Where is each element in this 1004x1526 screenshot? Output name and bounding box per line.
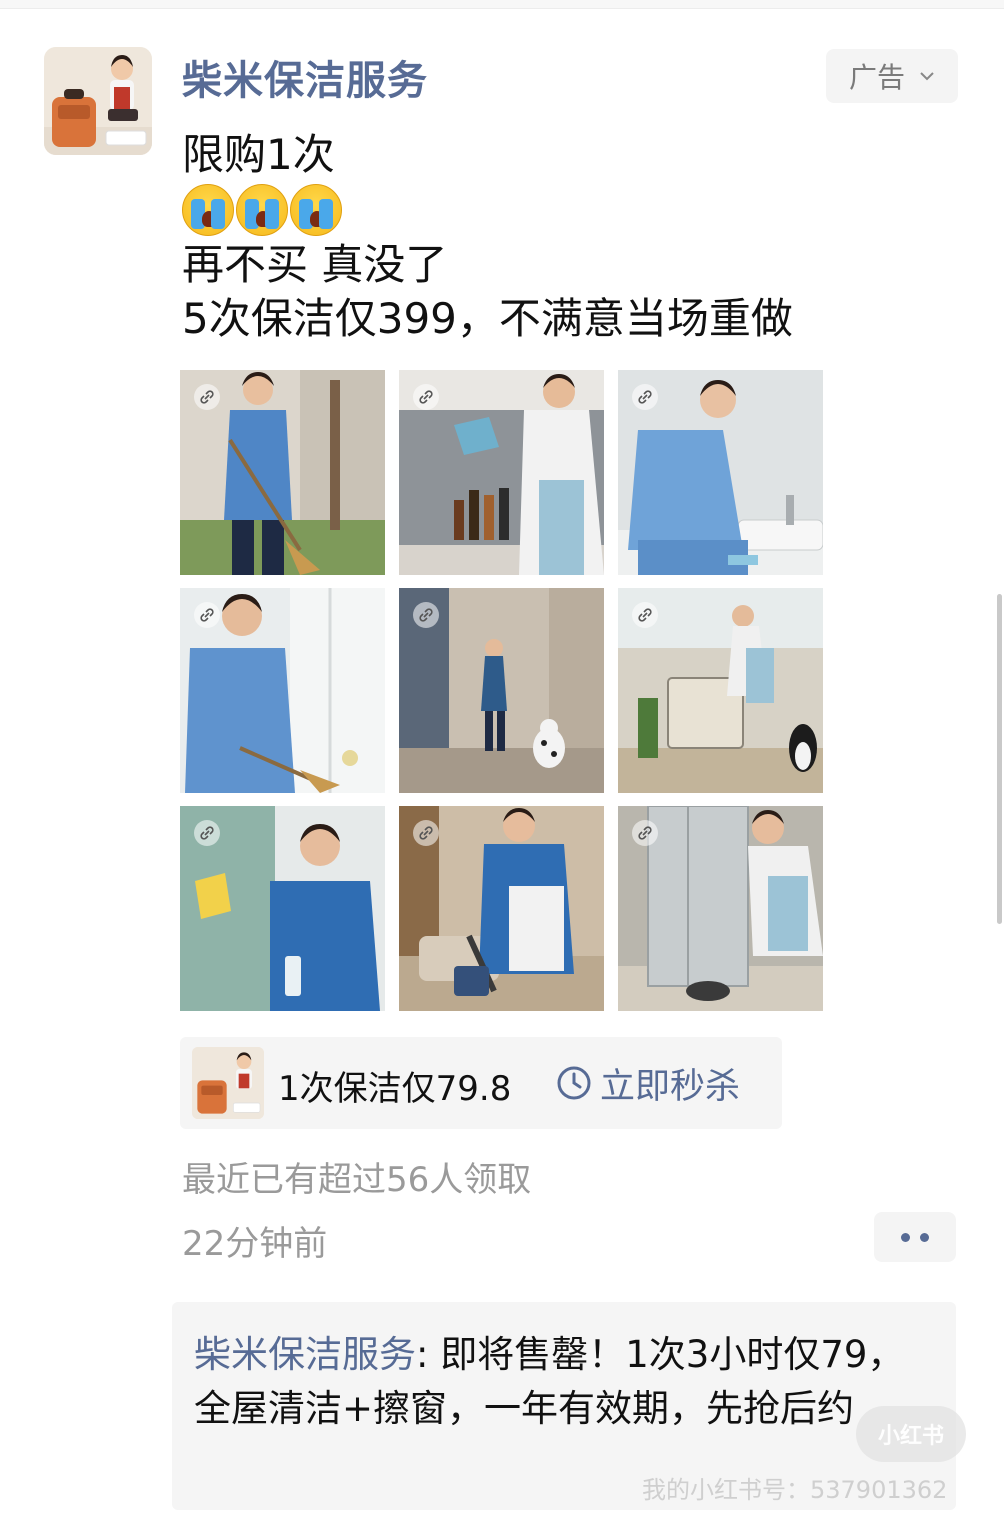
- image-grid: [180, 370, 823, 1011]
- post-body: 限购1次 再不买 真没了 5次保洁仅399，不满意当场重做: [182, 128, 882, 346]
- comment-author[interactable]: 柴米保洁服务: [194, 1333, 416, 1376]
- post-line-limit: 限购1次: [182, 130, 335, 179]
- promo-offer-text: 1次保洁仅79.8: [278, 1069, 512, 1109]
- dot-icon: [901, 1232, 910, 1242]
- advertiser-avatar[interactable]: [44, 47, 152, 155]
- link-icon: [413, 384, 439, 410]
- gallery-image[interactable]: [180, 806, 385, 1011]
- dot-icon: [920, 1232, 929, 1242]
- emoji-row: [182, 182, 882, 238]
- flash-sale-label: 立即秒杀: [600, 1066, 741, 1107]
- promo-thumbnail: [192, 1047, 264, 1119]
- avatar-illustration: [44, 47, 152, 155]
- more-options-button[interactable]: [874, 1212, 956, 1262]
- gallery-image[interactable]: [618, 370, 823, 575]
- advertiser-name[interactable]: 柴米保洁服务: [182, 48, 428, 106]
- comment-item[interactable]: 柴米保洁服务: 即将售罄！1次3小时仅79，全屋清洁+擦窗，一年有效期，先抢后约: [194, 1328, 934, 1436]
- link-icon: [194, 820, 220, 846]
- gallery-image[interactable]: [180, 370, 385, 575]
- ad-label-text: 广告: [848, 61, 905, 94]
- link-icon: [632, 384, 658, 410]
- watermark-logo: 小红书: [856, 1406, 966, 1462]
- top-divider: [0, 0, 1004, 9]
- link-icon: [413, 602, 439, 628]
- ad-label-button[interactable]: 广告: [826, 49, 958, 103]
- comment-separator: :: [416, 1333, 441, 1376]
- post-line-urgency: 再不买 真没了: [182, 240, 448, 289]
- crying-face-icon: [236, 184, 288, 236]
- link-icon: [194, 602, 220, 628]
- crying-face-icon: [182, 184, 234, 236]
- post-line-offer: 5次保洁仅399，不满意当场重做: [182, 294, 793, 343]
- claimed-count-text: 最近已有超过56人领取: [182, 1160, 532, 1200]
- promo-card[interactable]: 1次保洁仅79.8 立即秒杀: [180, 1037, 782, 1129]
- crying-face-icon: [290, 184, 342, 236]
- gallery-image[interactable]: [618, 806, 823, 1011]
- link-icon: [413, 820, 439, 846]
- link-icon: [194, 384, 220, 410]
- link-icon: [632, 602, 658, 628]
- flash-sale-button[interactable]: 立即秒杀: [556, 1059, 740, 1107]
- clock-icon: [557, 1066, 591, 1100]
- gallery-image[interactable]: [180, 588, 385, 793]
- moments-ad-post: 柴米保洁服务 广告 限购1次 再不买 真没了 5次保洁仅399，不满意当场重做: [0, 0, 1004, 1526]
- link-icon: [632, 820, 658, 846]
- gallery-image[interactable]: [618, 588, 823, 793]
- watermark-text: 我的小红书号：537901362: [642, 1476, 948, 1504]
- scrollbar[interactable]: [997, 594, 1002, 924]
- post-timestamp: 22分钟前: [182, 1224, 328, 1264]
- gallery-image[interactable]: [399, 588, 604, 793]
- chevron-down-icon: [920, 72, 934, 81]
- gallery-image[interactable]: [399, 806, 604, 1011]
- gallery-image[interactable]: [399, 370, 604, 575]
